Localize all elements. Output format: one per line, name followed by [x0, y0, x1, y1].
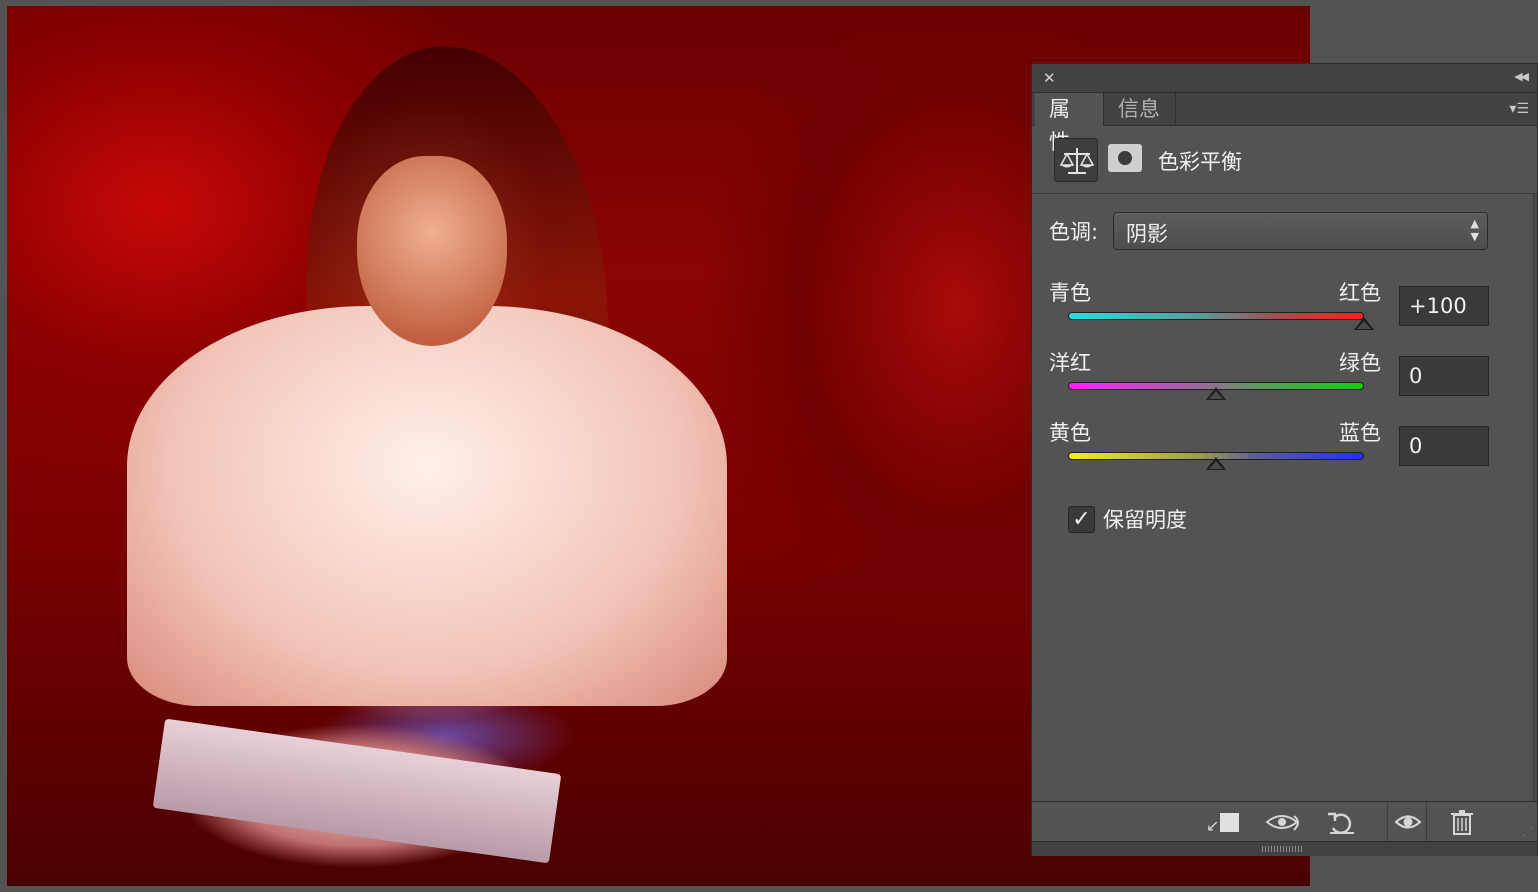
balance-scale-icon[interactable] — [1054, 138, 1098, 182]
slider-magenta-label: 洋红 — [1049, 351, 1091, 375]
collapse-panel-icon[interactable]: ◀◀ — [1514, 70, 1529, 83]
clip-to-layer-button[interactable]: ↙ — [1204, 808, 1242, 836]
photo-shirt-region — [127, 306, 727, 706]
preserve-luminosity-label: 保留明度 — [1103, 508, 1187, 532]
view-previous-state-button[interactable] — [1264, 808, 1304, 836]
toggle-visibility-button[interactable] — [1387, 802, 1427, 842]
delete-button[interactable] — [1442, 808, 1482, 836]
magenta-green-value-field[interactable]: 0 — [1399, 356, 1489, 396]
photoshop-workspace: ✕ ◀◀ 属性 信息 ▾☰ 色彩平衡 色调: — [0, 0, 1538, 892]
slider-red-label: 红色 — [1339, 281, 1381, 305]
cyan-red-slider-track[interactable] — [1068, 312, 1364, 320]
panel-bottom-bar — [1032, 841, 1537, 856]
yellow-blue-value-field[interactable]: 0 — [1399, 426, 1489, 466]
cyan-red-value-field[interactable]: +100 — [1399, 286, 1489, 326]
slider-blue-label: 蓝色 — [1339, 421, 1381, 445]
panel-resize-handle[interactable] — [1262, 846, 1302, 852]
panel-menu-icon[interactable]: ▾☰ — [1509, 101, 1529, 117]
reset-button[interactable] — [1322, 808, 1362, 836]
select-arrows-icon: ▲ ▼ — [1470, 217, 1479, 243]
tone-select-value: 阴影 — [1126, 222, 1168, 246]
preserve-luminosity-checkbox[interactable]: ✓ — [1068, 506, 1095, 533]
adjustment-header: 色彩平衡 — [1032, 126, 1537, 194]
slider-yellow-label: 黄色 — [1049, 421, 1091, 445]
tab-properties[interactable]: 属性 — [1035, 93, 1104, 154]
reset-icon — [1328, 812, 1354, 834]
adjustment-title: 色彩平衡 — [1158, 150, 1242, 174]
photo-face-region — [357, 156, 507, 346]
panel-footer-toolbar: ↙ ⋰ — [1032, 801, 1537, 842]
slider-green-label: 绿色 — [1339, 351, 1381, 375]
close-icon[interactable]: ✕ — [1043, 69, 1056, 87]
photo-magazine-region — [152, 718, 562, 864]
panel-title-bar: ✕ ◀◀ — [1032, 64, 1537, 93]
view-previous-state-icon — [1265, 815, 1299, 831]
layer-mask-icon[interactable] — [1108, 144, 1142, 172]
panel-tabs: 属性 信息 ▾☰ — [1032, 93, 1537, 154]
clip-to-layer-icon: ↙ — [1206, 816, 1220, 835]
tone-select[interactable]: 阴影 ▲ ▼ — [1113, 212, 1488, 250]
panel-scrollbar[interactable] — [1533, 194, 1537, 801]
trash-icon — [1451, 810, 1473, 835]
cyan-red-slider-thumb[interactable] — [1354, 317, 1374, 330]
tab-info[interactable]: 信息 — [1104, 93, 1176, 126]
slider-cyan-label: 青色 — [1049, 281, 1091, 305]
magenta-green-slider-thumb[interactable] — [1206, 387, 1226, 400]
properties-panel: ✕ ◀◀ 属性 信息 ▾☰ 色彩平衡 色调: — [1031, 63, 1538, 856]
eye-icon — [1394, 815, 1422, 829]
tone-label: 色调: — [1049, 220, 1099, 244]
yellow-blue-slider-thumb[interactable] — [1206, 457, 1226, 470]
resize-grip-icon[interactable]: ⋰ — [1523, 827, 1533, 838]
